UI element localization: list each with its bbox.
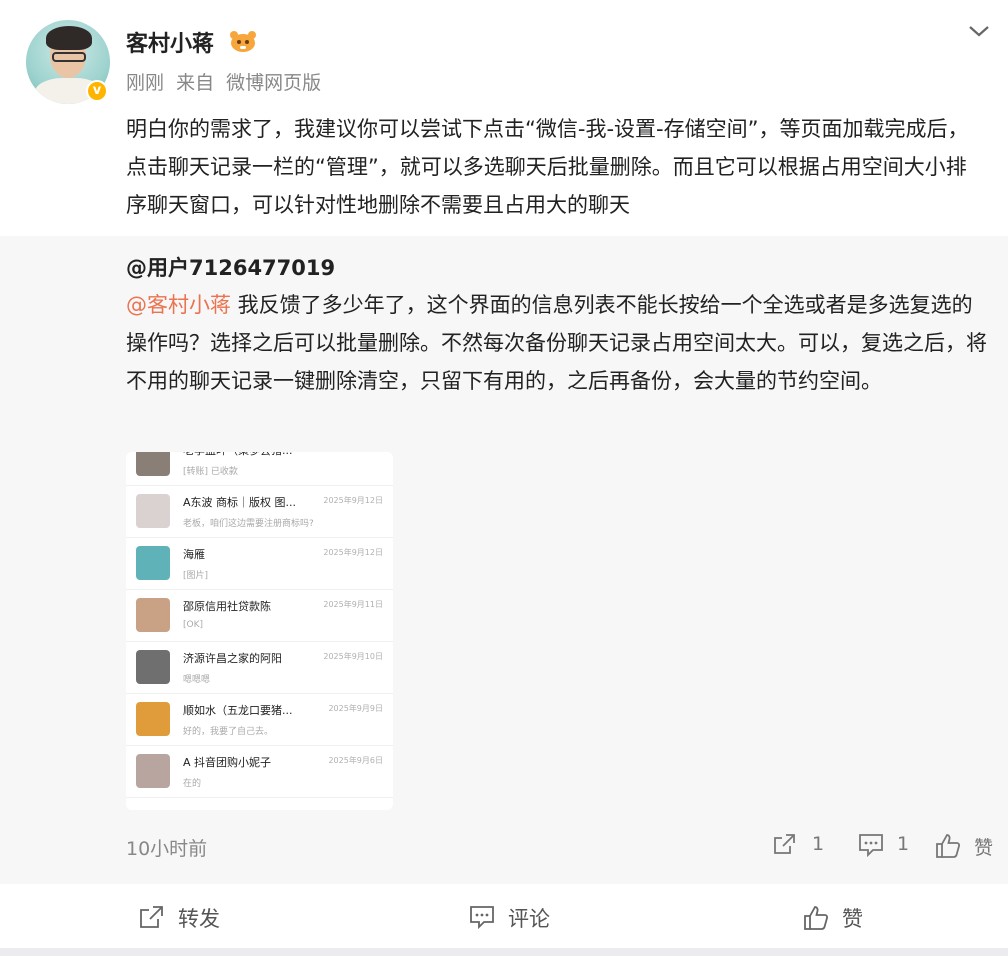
chat-list-item: 老李盖畔（策歩芸猪... 2025年9月13日 [转账] 已收款 — [126, 452, 393, 486]
repost-author[interactable]: @用户7126477019 — [126, 252, 335, 282]
chat-last-message: 老板，咱们这边需要注册商标吗? — [183, 519, 314, 529]
chat-last-message: 在的 — [183, 779, 202, 789]
thumbs-up-icon — [804, 906, 829, 930]
verified-badge-icon: v — [86, 80, 108, 102]
chat-list-item: 邵原信用社贷款陈 2025年9月11日 [OK] — [126, 590, 393, 642]
chat-name: 老李盖畔（策歩芸猪... — [183, 452, 315, 458]
repost-button-label: 转发 — [178, 907, 220, 931]
repost-comment-button[interactable]: 1 — [857, 832, 917, 860]
chat-list-item: 海雁 2025年9月12日 [图片] — [126, 538, 393, 590]
chat-name: 海雁 — [183, 548, 205, 561]
chat-avatar — [136, 754, 170, 788]
repost-like-label: 赞 — [974, 837, 994, 859]
comment-button-label: 评论 — [508, 907, 550, 931]
weibo-post: v 客村小蒋 刚刚 来自 微博网页版 明白你的需求了，我建议你可以尝试下点击“微… — [0, 0, 1008, 236]
post-text: 明白你的需求了，我建议你可以尝试下点击“微信-我-设置-存储空间”，等页面加载完… — [126, 117, 969, 217]
chat-avatar — [136, 546, 170, 580]
chat-name: A东波 商标｜版权 图... — [183, 496, 297, 509]
chat-name: A 抖音团购小妮子 — [183, 756, 272, 769]
chat-date: 2025年9月12日 — [323, 496, 383, 505]
repost-comment-count: 1 — [897, 833, 910, 855]
repost-time: 10小时前 — [126, 838, 208, 860]
share-icon — [140, 906, 163, 928]
like-button[interactable]: 赞 — [802, 902, 892, 932]
post-action-bar: 转发 评论 赞 — [0, 884, 1008, 948]
like-button-label: 赞 — [842, 907, 863, 931]
repost-like-button[interactable]: 赞 — [934, 832, 996, 860]
comment-icon — [859, 834, 883, 858]
comment-icon — [470, 906, 494, 930]
chat-last-message: [OK] — [183, 620, 204, 630]
chat-list-item: A 抖音团购小妮子 2025年9月6日在的 — [126, 746, 393, 798]
chat-last-message: [转账] 已收款 — [183, 467, 238, 477]
chat-name: 顺如水（五龙口要猪... — [183, 704, 293, 717]
repost-text: @客村小蒋 我反馈了多少年了，这个界面的信息列表不能长按给一个全选或者是多选复选… — [126, 286, 992, 400]
repost-share-button[interactable]: 1 — [772, 832, 832, 860]
chat-date: 2025年9月12日 — [323, 548, 383, 557]
chat-avatar — [136, 452, 170, 476]
chat-name: 邵原信用社贷款陈 — [183, 600, 271, 613]
chat-date: 2025年9月13日 — [323, 452, 383, 454]
chat-list-item: A东波 商标｜版权 图... 2025年9月12日老板，咱们这边需要注册商标吗? — [126, 486, 393, 538]
mention-link[interactable]: @客村小蒋 — [126, 293, 231, 317]
repost-block[interactable]: @用户7126477019 @客村小蒋 我反馈了多少年了，这个界面的信息列表不能… — [0, 236, 1008, 884]
thumbs-up-icon — [936, 834, 961, 858]
chat-avatar — [136, 598, 170, 632]
chat-date: 2025年9月9日 — [328, 704, 383, 713]
post-meta: 刚刚 来自 微博网页版 — [126, 68, 327, 95]
chat-avatar — [136, 494, 170, 528]
fan-badge-icon — [230, 31, 256, 52]
post-time: 刚刚 — [126, 72, 165, 94]
chat-last-message: 好的，我要了自己去。 — [183, 727, 274, 737]
chat-list-item: 顺如水（五龙口要猪... 2025年9月9日好的，我要了自己去。 — [126, 694, 393, 746]
post-source-prefix: 来自 — [176, 72, 215, 94]
repost-body: 我反馈了多少年了，这个界面的信息列表不能长按给一个全选或者是多选复选的操作吗？选… — [126, 293, 987, 393]
chat-last-message: [图片] — [183, 571, 209, 581]
chat-avatar — [136, 650, 170, 684]
post-username[interactable]: 客村小蒋 — [126, 26, 214, 58]
avatar-glasses — [52, 52, 86, 62]
attached-screenshot[interactable]: 老李盖畔（策歩芸猪... 2025年9月13日 [转账] 已收款 A东波 商标｜版权 … — [126, 452, 393, 810]
repost-button[interactable]: 转发 — [138, 902, 248, 932]
chat-date: 2025年9月6日 — [328, 756, 383, 765]
chat-name: 济源许昌之家的阿阳 — [183, 652, 282, 665]
chat-list-item: 济源许昌之家的阿阳 2025年9月10日嗯嗯嗯 — [126, 642, 393, 694]
chat-date: 2025年9月11日 — [323, 600, 383, 609]
chat-last-message: 嗯嗯嗯 — [183, 675, 211, 685]
avatar-hair — [46, 26, 92, 50]
post-source[interactable]: 微博网页版 — [226, 72, 321, 94]
divider — [0, 948, 1008, 956]
chat-avatar — [136, 702, 170, 736]
share-icon — [774, 834, 795, 854]
chat-date: 2025年9月10日 — [323, 652, 383, 661]
chevron-down-icon[interactable] — [966, 22, 992, 40]
comment-button[interactable]: 评论 — [468, 902, 578, 932]
repost-share-count: 1 — [812, 833, 825, 855]
